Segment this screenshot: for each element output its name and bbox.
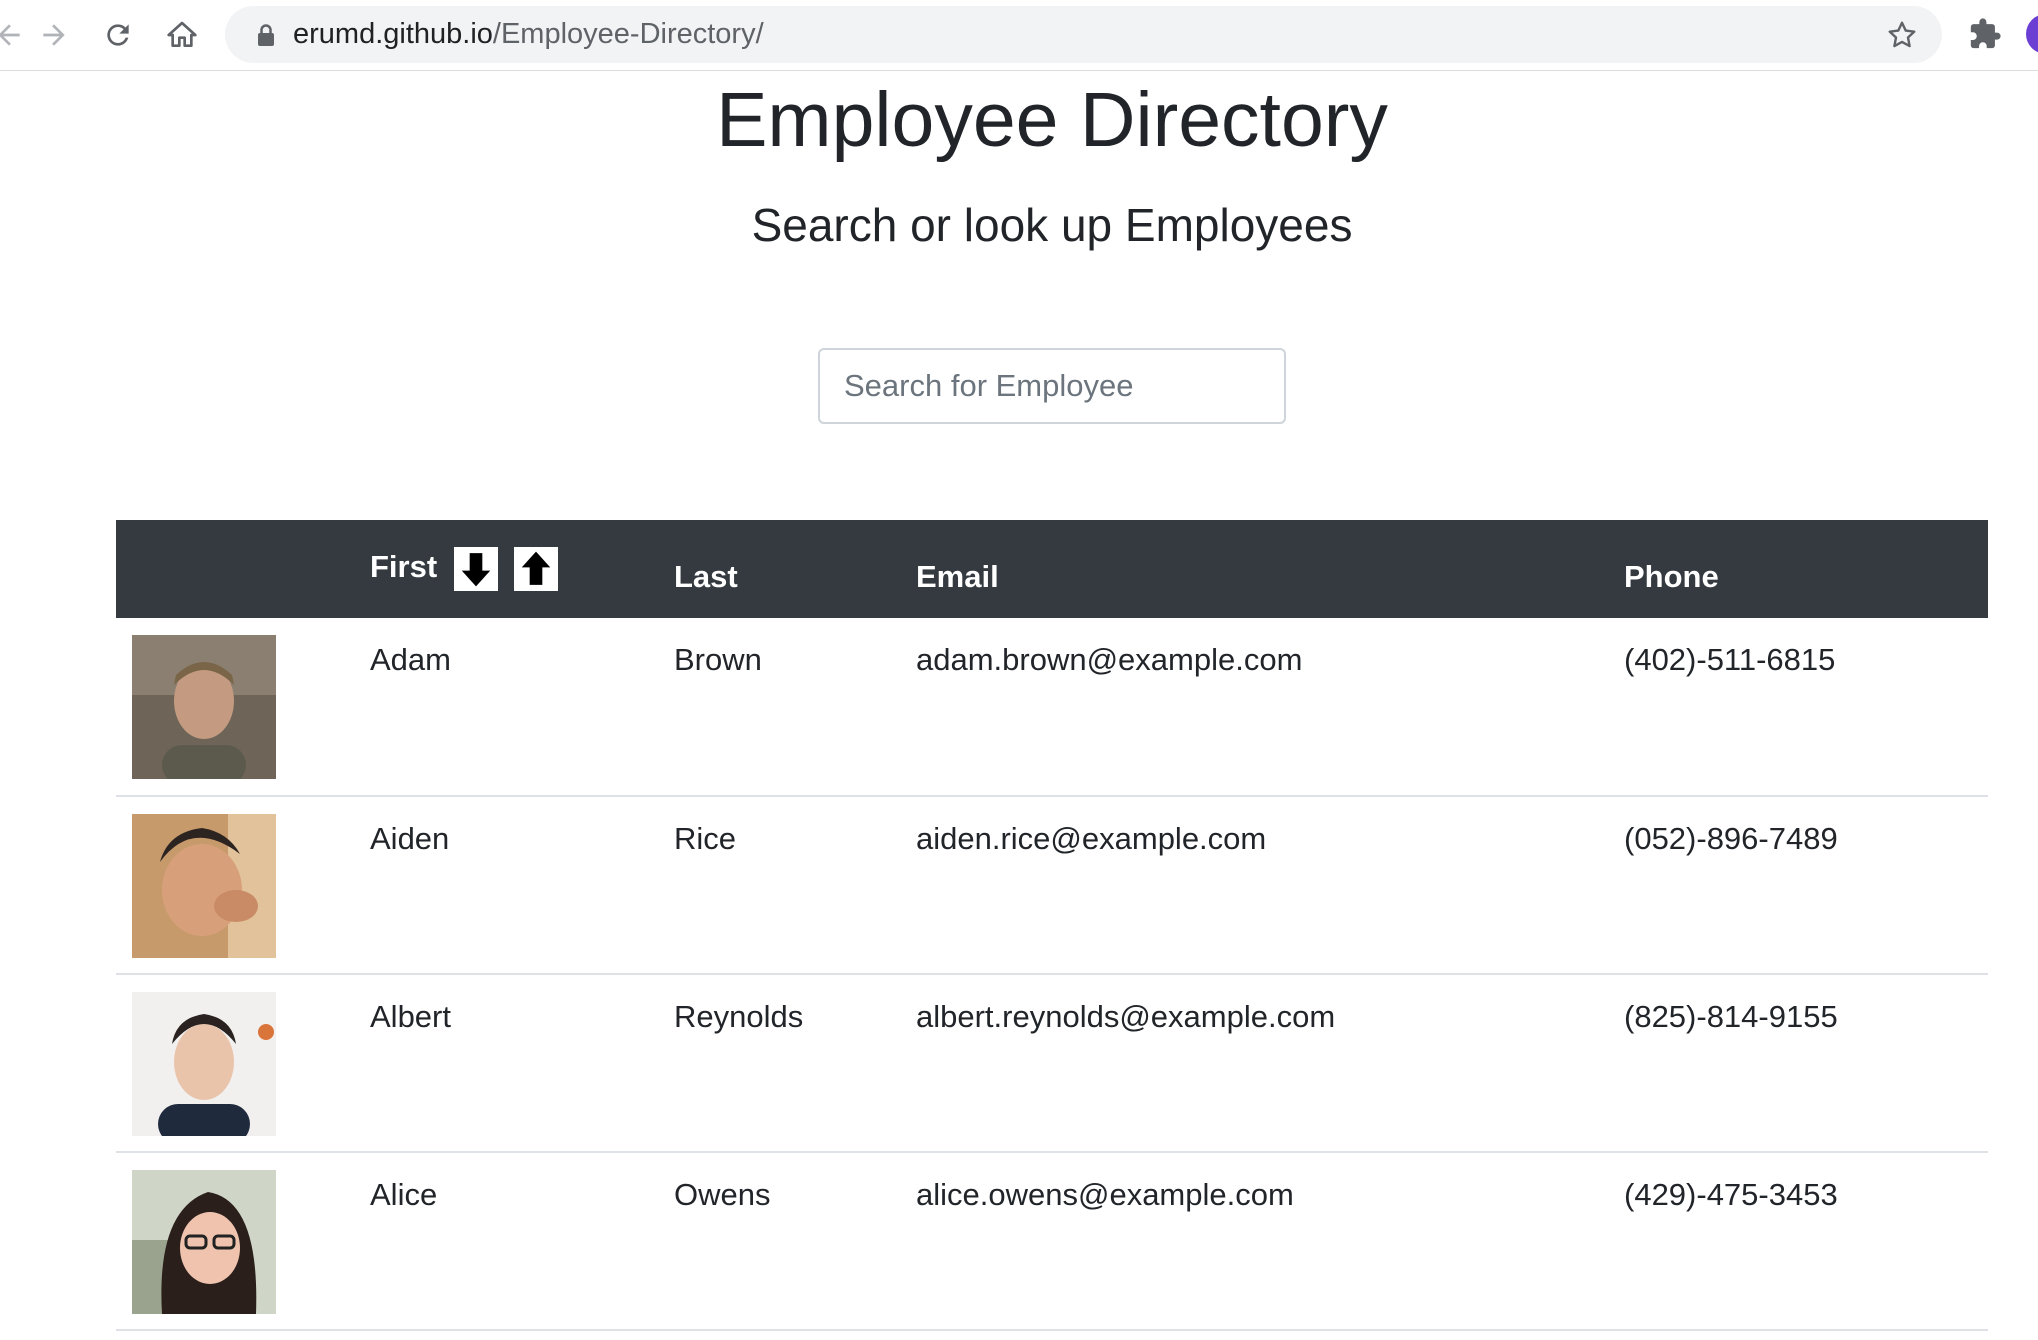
- table-header-row: First Last Email Phone: [116, 520, 1988, 618]
- employee-photo: [132, 635, 276, 779]
- arrow-down-icon: [461, 553, 491, 587]
- cell-image: [116, 974, 370, 1152]
- cell-phone: (052)-896-7489: [1624, 821, 1838, 856]
- address-bar[interactable]: erumd.github.io/Employee-Directory/: [225, 6, 1942, 63]
- cell-first: Adam: [370, 642, 451, 677]
- arrow-up-icon: [521, 551, 551, 585]
- home-button[interactable]: [159, 12, 205, 58]
- home-icon: [167, 21, 197, 47]
- column-header-image: [116, 520, 370, 618]
- sort-descending-button[interactable]: [453, 547, 498, 591]
- cell-image: [116, 618, 370, 796]
- cell-email: adam.brown@example.com: [916, 642, 1303, 677]
- employee-table: First Last Email Phone Adam Brown adam.b…: [116, 520, 1988, 1331]
- column-header-first: First: [370, 520, 674, 618]
- employee-photo: [132, 992, 276, 1136]
- cell-first: Alice: [370, 1177, 438, 1212]
- cell-phone: (402)-511-6815: [1624, 642, 1836, 677]
- cell-first: Aiden: [370, 821, 450, 856]
- cell-email: albert.reynolds@example.com: [916, 999, 1336, 1034]
- cell-last: Owens: [674, 1177, 771, 1212]
- column-header-last: Last: [674, 559, 738, 594]
- cell-image: [116, 796, 370, 974]
- bookmark-star-icon[interactable]: [1886, 19, 1918, 51]
- cell-phone: (825)-814-9155: [1624, 999, 1838, 1034]
- table-row: Alice Owens alice.owens@example.com (429…: [116, 1152, 1988, 1330]
- reload-button[interactable]: [95, 12, 141, 58]
- cell-last: Rice: [674, 821, 737, 856]
- table-row: Aiden Rice aiden.rice@example.com (052)-…: [116, 796, 1988, 974]
- sort-controls: [453, 547, 558, 591]
- lock-icon[interactable]: [255, 23, 277, 47]
- cell-phone: (429)-475-3453: [1624, 1177, 1838, 1212]
- forward-button[interactable]: [31, 12, 77, 58]
- cell-email: alice.owens@example.com: [916, 1177, 1294, 1212]
- reload-icon: [107, 24, 129, 46]
- table-header: First Last Email Phone: [116, 520, 1988, 618]
- extensions-puzzle-icon[interactable]: [1968, 17, 2002, 51]
- cell-email: aiden.rice@example.com: [916, 821, 1267, 856]
- page-title: Employee Directory: [716, 77, 1388, 163]
- search-input[interactable]: [818, 348, 1286, 424]
- column-header-email: Email: [916, 559, 999, 594]
- browser-toolbar: erumd.github.io/Employee-Directory/: [0, 0, 2038, 71]
- cell-image: [116, 1152, 370, 1330]
- arrow-left-icon: [0, 24, 20, 46]
- arrow-right-icon: [43, 24, 65, 46]
- table-body: Adam Brown adam.brown@example.com (402)-…: [116, 618, 1988, 1330]
- cell-first: Albert: [370, 999, 451, 1034]
- url-host: erumd.github.io: [293, 18, 493, 50]
- cell-last: Reynolds: [674, 999, 804, 1034]
- cell-last: Brown: [674, 642, 762, 677]
- table-row: Albert Reynolds albert.reynolds@example.…: [116, 974, 1988, 1152]
- page-subtitle: Search or look up Employees: [751, 199, 1353, 251]
- column-header-phone: Phone: [1624, 559, 1719, 594]
- url-path: /Employee-Directory/: [492, 18, 764, 50]
- employee-photo: [132, 814, 276, 958]
- table-row: Adam Brown adam.brown@example.com (402)-…: [116, 618, 1988, 796]
- back-button[interactable]: [0, 12, 32, 58]
- sort-ascending-button[interactable]: [513, 547, 558, 591]
- employee-photo: [132, 1170, 276, 1314]
- column-header-first-label: First: [370, 549, 438, 585]
- profile-avatar[interactable]: [2026, 14, 2038, 54]
- url-text[interactable]: erumd.github.io/Employee-Directory/: [293, 6, 764, 63]
